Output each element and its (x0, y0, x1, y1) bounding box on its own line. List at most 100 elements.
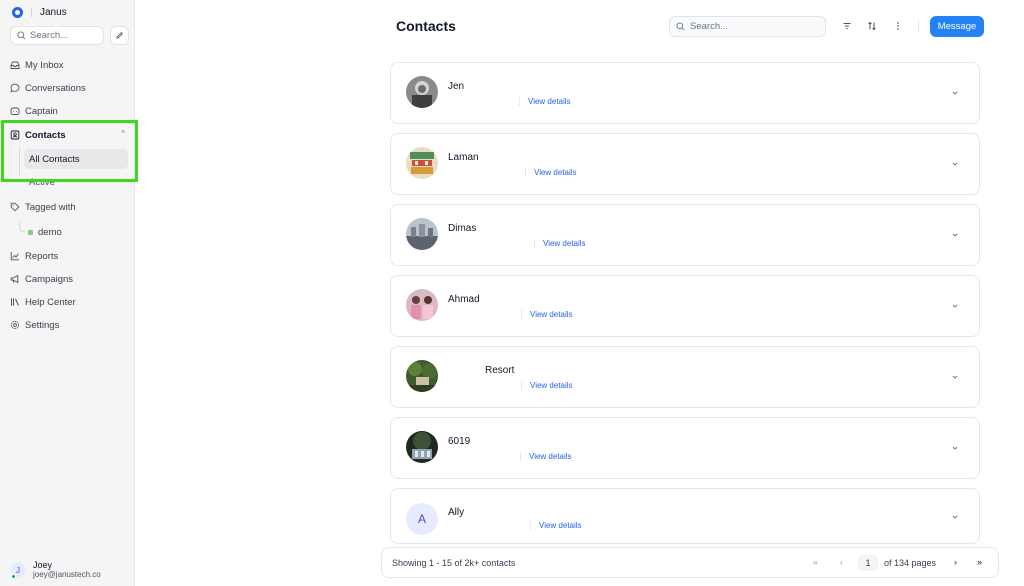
contact-name: Dimas (448, 223, 477, 234)
divider (530, 521, 531, 530)
sidebar-search-input[interactable]: Search... (10, 26, 104, 45)
previous-page-icon[interactable]: ‹ (840, 557, 843, 567)
sidebar-item-label: Captain (25, 105, 58, 117)
chart-line-icon (10, 252, 19, 261)
tag-icon (10, 202, 20, 212)
message-button[interactable]: Message (930, 16, 984, 37)
sidebar-item-inbox[interactable]: My Inbox (10, 56, 64, 74)
contact-book-icon (10, 130, 20, 140)
current-page-input[interactable]: 1 (858, 555, 878, 571)
avatar-initial: J (16, 565, 20, 575)
more-vertical-icon (897, 22, 899, 30)
chevron-down-icon[interactable] (951, 513, 959, 521)
sort-button[interactable] (865, 19, 879, 33)
sidebar-item-label: Campaigns (25, 273, 74, 285)
sidebar-item-label: My Inbox (25, 59, 64, 71)
sidebar-item-contacts[interactable]: Contacts ^ (10, 126, 129, 144)
last-page-icon[interactable]: » (977, 557, 982, 567)
contact-name: Laman (448, 152, 479, 163)
sidebar-item-settings[interactable]: Settings (10, 316, 59, 334)
brand-name: Janus (40, 6, 67, 18)
first-page-icon[interactable]: « (813, 557, 818, 567)
chevron-down-icon[interactable] (951, 444, 959, 452)
inbox-icon (10, 61, 20, 69)
divider (520, 452, 521, 461)
sidebar-item-label: Conversations (25, 82, 86, 94)
captain-icon (10, 107, 20, 115)
user-name: Joey (33, 560, 53, 570)
sidebar-item-label: Contacts (25, 129, 66, 141)
gear-icon (10, 320, 20, 330)
online-status-dot (11, 574, 16, 579)
contact-name: Ahmad (448, 294, 480, 305)
sidebar-search-placeholder: Search... (30, 30, 69, 41)
view-details-link[interactable]: View details (528, 97, 571, 106)
divider (521, 310, 522, 319)
results-summary: Showing 1 - 15 of 2k+ contacts (392, 558, 516, 568)
user-profile-menu[interactable]: J Joey joey@janustech.co (10, 560, 101, 580)
view-details-link[interactable]: View details (530, 381, 573, 390)
toolbar-divider (918, 19, 919, 33)
next-page-icon[interactable]: › (954, 557, 957, 567)
divider (534, 239, 535, 248)
avatar (406, 147, 438, 179)
divider (519, 97, 520, 106)
submenu-guide-line (19, 221, 25, 232)
sidebar-item-conversations[interactable]: Conversations (10, 79, 86, 97)
view-details-link[interactable]: View details (530, 310, 573, 319)
contact-card[interactable]: A Ally View details (390, 488, 980, 544)
contact-card[interactable]: Dimas View details (390, 204, 980, 266)
view-details-link[interactable]: View details (529, 452, 572, 461)
sidebar-item-campaigns[interactable]: Campaigns (10, 270, 73, 288)
sidebar-item-captain[interactable]: Captain (10, 102, 58, 120)
filter-button[interactable] (840, 19, 854, 33)
library-icon (11, 298, 19, 306)
app: Janus Search... My Inbox Conversations C… (0, 0, 1024, 586)
compose-button[interactable] (110, 26, 129, 45)
sidebar-item-all-contacts[interactable]: All Contacts (24, 149, 128, 169)
chevron-down-icon[interactable] (951, 231, 959, 239)
sidebar-item-label: Settings (25, 319, 60, 331)
sidebar-item-active[interactable]: Active (29, 177, 55, 188)
more-options-button[interactable] (891, 19, 905, 33)
search-placeholder: Search... (690, 21, 729, 32)
contact-card[interactable]: Jen View details (390, 62, 980, 124)
sidebar-item-label: Help Center (25, 296, 76, 308)
chevron-down-icon[interactable] (951, 373, 959, 381)
chevron-up-icon[interactable]: ^ (121, 129, 125, 138)
divider (525, 168, 526, 177)
total-pages-label: of 134 pages (884, 558, 937, 568)
contact-name: Resort (485, 365, 515, 376)
contact-name: Ally (448, 507, 465, 518)
avatar (406, 431, 438, 463)
pencil-icon (116, 32, 123, 39)
chevron-down-icon[interactable] (951, 302, 959, 310)
brand[interactable]: Janus (12, 5, 67, 19)
contact-card[interactable]: Laman View details (390, 133, 980, 195)
sort-arrows-icon (868, 21, 876, 31)
contact-name: Jen (448, 81, 465, 92)
avatar: J (10, 562, 26, 579)
sidebar-item-demo-tag[interactable]: demo (28, 226, 62, 238)
contact-card[interactable]: Ahmad View details (390, 275, 980, 337)
tag-color-swatch (28, 229, 33, 235)
search-icon (676, 22, 685, 31)
chevron-down-icon[interactable] (951, 89, 959, 97)
brand-divider (31, 7, 32, 17)
sidebar-item-tagged-with[interactable]: Tagged with (10, 198, 76, 216)
search-icon (17, 31, 26, 40)
submenu-guide-line (19, 147, 20, 177)
sidebar-item-label: Tagged with (25, 201, 76, 213)
brand-logo-icon (12, 6, 23, 18)
view-details-link[interactable]: View details (539, 521, 582, 530)
chevron-down-icon[interactable] (951, 160, 959, 168)
contacts-search-input[interactable]: Search... (669, 16, 826, 37)
view-details-link[interactable]: View details (534, 168, 577, 177)
sidebar: Janus Search... My Inbox Conversations C… (0, 0, 135, 586)
sidebar-item-help-center[interactable]: Help Center (10, 293, 76, 311)
sidebar-item-label: demo (38, 226, 62, 238)
contact-card[interactable]: 6019 View details (390, 417, 980, 479)
contact-card[interactable]: Resort View details (390, 346, 980, 408)
sidebar-item-reports[interactable]: Reports (10, 247, 58, 265)
view-details-link[interactable]: View details (543, 239, 586, 248)
